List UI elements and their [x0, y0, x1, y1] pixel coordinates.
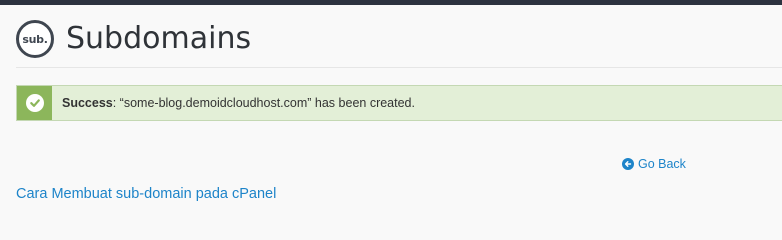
go-back-label: Go Back	[638, 157, 686, 171]
help-link[interactable]: Cara Membuat sub-domain pada cPanel	[16, 186, 276, 202]
subdomains-logo-icon: sub.	[16, 20, 54, 58]
top-bar	[0, 0, 782, 5]
check-circle-icon	[25, 94, 44, 112]
alert-message: Success: “some-blog.demoidcloudhost.com”…	[52, 86, 415, 120]
page-title: Subdomains	[66, 21, 252, 56]
header-divider	[16, 67, 782, 68]
go-back-link[interactable]: Go Back	[622, 157, 686, 171]
logo-text: sub.	[22, 32, 48, 46]
page-header: sub. Subdomains	[16, 17, 251, 61]
alert-icon-container	[17, 86, 52, 120]
alert-message-text: : “some-blog.demoidcloudhost.com” has be…	[112, 96, 415, 110]
arrow-left-circle-icon	[622, 158, 634, 170]
alert-label: Success	[62, 96, 113, 110]
success-alert: Success: “some-blog.demoidcloudhost.com”…	[16, 85, 782, 121]
